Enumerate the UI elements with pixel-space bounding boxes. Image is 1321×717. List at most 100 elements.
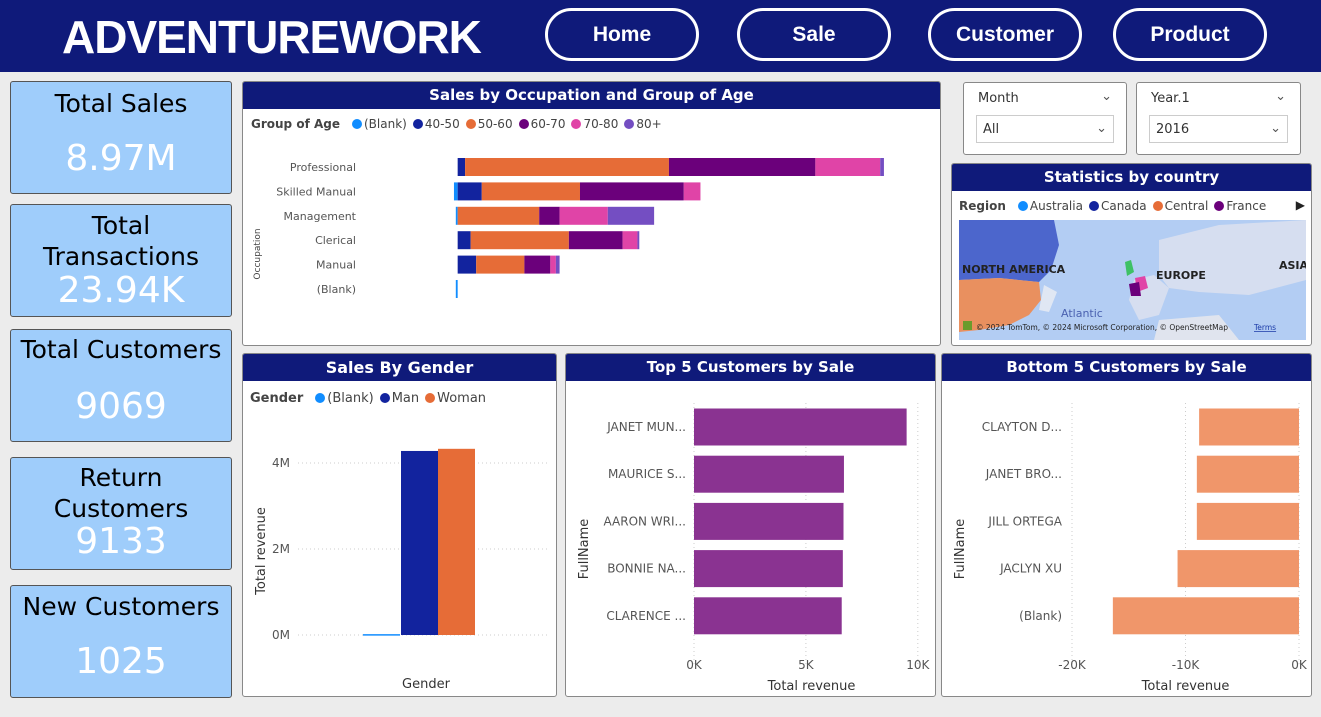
panel-title: Sales by Occupation and Group of Age [243,82,940,109]
kpi-total-customers: Total Customers 9069 [10,329,232,442]
bar-segment [559,206,608,225]
bar-segment [539,206,560,225]
x-tick-label: 0K [686,658,703,672]
bar-segment [683,182,701,201]
x-axis-title: Total revenue [1141,679,1230,694]
x-axis-title: Total revenue [767,679,856,694]
bar-segment [457,206,540,225]
y-axis-title: FullName [953,519,968,580]
y-tick-label: Professional [290,161,356,174]
legend-label: Central [1164,199,1209,213]
france-region [1129,282,1141,296]
chevron-down-icon[interactable]: ⌄ [1101,89,1112,104]
bottom5-chart-svg: -20K -10K 0K CLAYTON D... JANET BRO... JILL O… [953,403,1308,694]
bar-segment [815,158,881,176]
kpi-label: Total Customers [20,335,222,364]
bottom5-chart-panel: Bottom 5 Customers by Sale -20K -10K 0K CLA… [941,353,1312,697]
map-attribution: © 2024 TomTom, © 2024 Microsoft Corporat… [976,323,1228,332]
header-bar: ADVENTUREWORK Home Sale Customer Product [0,0,1321,72]
legend-title: Region [959,199,1006,213]
y-tick-label: BONNIE NA... [607,562,686,576]
bar-segment [457,182,482,201]
bar-segment [880,158,884,176]
x-tick-label: -20K [1058,658,1087,672]
bar [1112,597,1299,635]
x-tick-label: 0K [1291,658,1308,672]
month-dropdown[interactable]: All ⌄ [976,115,1114,143]
bar-segment [476,255,525,274]
map-label-atlantic: Atlantic [1061,307,1103,320]
bar [401,450,438,635]
chevron-down-icon[interactable]: ⌄ [1275,89,1286,104]
map-canvas[interactable]: NORTH AMERICA EUROPE ASIA Atlantic © 202… [959,220,1306,340]
bar [694,597,842,635]
kpi-total-transactions: Total Transactions 23.94K [10,204,232,317]
bar [363,634,400,636]
bar-segment [455,280,458,298]
chevron-down-icon[interactable]: ⌄ [1096,121,1107,136]
x-tick-label: 5K [798,658,815,672]
y-tick-label: CLAYTON D... [982,420,1062,434]
map-label-europe: EUROPE [1156,269,1206,282]
month-slicer[interactable]: Month ⌄ All ⌄ [963,82,1127,155]
nav-home-button[interactable]: Home [545,8,699,61]
y-tick-label: JACLYN XU [999,562,1062,576]
legend-next-arrow-icon[interactable]: ▶ [1296,198,1305,212]
bar-segment [470,231,569,250]
slicer-label: Month [978,91,1019,106]
year-slicer[interactable]: Year.1 ⌄ 2016 ⌄ [1136,82,1301,155]
year-dropdown[interactable]: 2016 ⌄ [1149,115,1288,143]
kpi-return-customers: Return Customers 9133 [10,457,232,570]
kpi-value: 9133 [75,521,167,562]
top5-chart-svg: 0K 5K 10K JANET MUN... MAURICE S... AARON WRI… [577,403,931,694]
bar-segment [457,255,477,274]
map-label-north-america: NORTH AMERICA [962,263,1066,276]
bar-segment [455,206,458,225]
x-axis-title: Gender [402,677,451,692]
bar-segment [607,206,655,225]
legend-swatch [1017,201,1028,211]
map-label-asia: ASIA [1279,259,1306,272]
kpi-value: 9069 [75,386,167,427]
kpi-label: Return Customers [53,463,189,523]
y-tick-label: 2M [272,542,290,556]
kpi-value: 1025 [75,641,167,682]
top5-chart-panel: Top 5 Customers by Sale 0K 5K 10K JANET MUN… [565,353,936,697]
panel-title: Statistics by country [952,164,1311,191]
bar-segment [555,255,560,274]
bar-segment [568,231,623,250]
y-tick-label: (Blank) [317,283,356,296]
bar-segment [457,158,466,176]
bar [694,408,907,446]
x-tick-label: -10K [1172,658,1201,672]
y-axis-title: FullName [577,519,592,580]
occupation-chart-svg: Professional Skilled Manual Management Cler… [253,158,884,298]
nav-product-button[interactable]: Product [1113,8,1267,61]
y-tick-label: Manual [316,259,356,272]
y-tick-label: AARON WRI... [603,514,686,528]
dropdown-value: All [983,122,1000,137]
map-terms-link[interactable]: Terms [1253,323,1276,332]
slicer-label: Year.1 [1151,91,1190,106]
y-tick-label: Clerical [315,234,356,247]
kpi-total-sales: Total Sales 8.97M [10,81,232,194]
bar [694,550,843,588]
bar-segment [579,182,684,201]
bar-segment [453,182,458,201]
bar [1177,550,1299,588]
y-tick-label: Skilled Manual [276,185,356,198]
nav-customer-button[interactable]: Customer [928,8,1082,61]
kpi-new-customers: New Customers 1025 [10,585,232,698]
kpi-value: 8.97M [65,138,177,179]
y-axis-title: Occupation [253,228,263,279]
gender-chart-panel: Sales By Gender Gender (Blank) Man Woman 0M… [242,353,557,697]
nav-sale-button[interactable]: Sale [737,8,891,61]
chevron-down-icon[interactable]: ⌄ [1270,121,1281,136]
kpi-value: 23.94K [57,270,185,311]
bar-segment [481,182,580,201]
map-panel: Statistics by country Region Australia Can… [951,163,1312,346]
bar-segment [622,231,638,250]
y-tick-label: (Blank) [1019,609,1062,623]
kpi-label: Total Transactions [42,211,200,271]
bar [1196,502,1299,540]
